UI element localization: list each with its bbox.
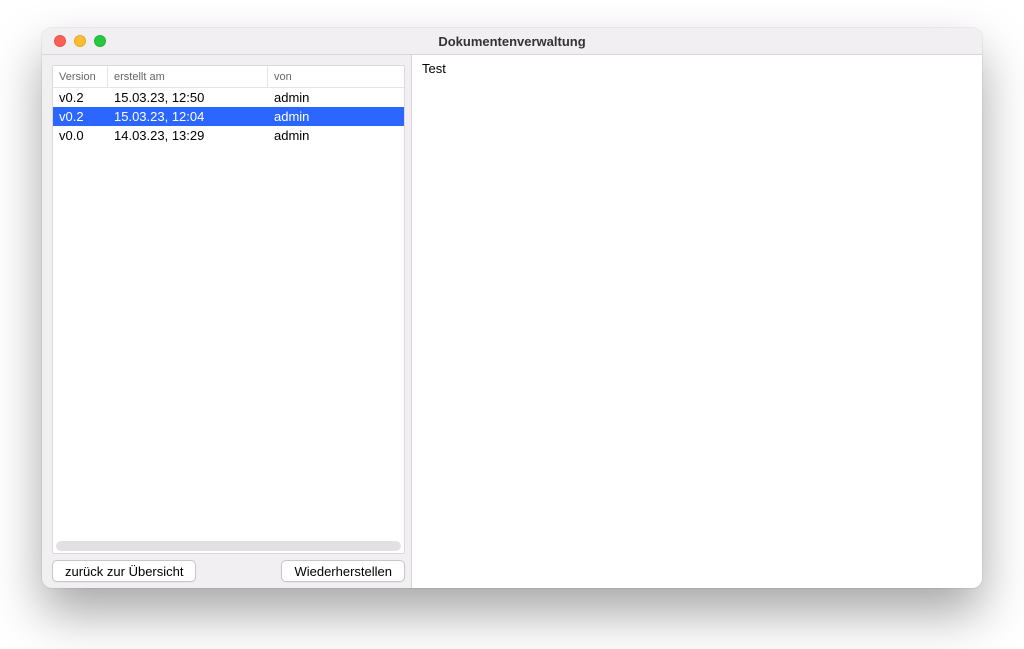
cell-created: 15.03.23, 12:04 <box>108 109 268 124</box>
horizontal-scrollbar[interactable] <box>56 541 401 551</box>
col-header-created[interactable]: erstellt am <box>108 66 268 87</box>
back-button[interactable]: zurück zur Übersicht <box>52 560 196 582</box>
cell-version: v0.2 <box>53 109 108 124</box>
col-header-version[interactable]: Version <box>53 66 108 87</box>
minimize-icon[interactable] <box>74 35 86 47</box>
cell-by: admin <box>268 109 404 124</box>
preview-text: Test <box>422 61 972 76</box>
titlebar[interactable]: Dokumentenverwaltung <box>42 28 982 55</box>
cell-created: 15.03.23, 12:50 <box>108 90 268 105</box>
table-row[interactable]: v0.215.03.23, 12:04admin <box>53 107 404 126</box>
content-area: Version erstellt am von v0.215.03.23, 12… <box>42 55 982 588</box>
table-header: Version erstellt am von <box>53 66 404 88</box>
cell-created: 14.03.23, 13:29 <box>108 128 268 143</box>
versions-table: Version erstellt am von v0.215.03.23, 12… <box>52 65 405 554</box>
table-row[interactable]: v0.014.03.23, 13:29admin <box>53 126 404 145</box>
cell-by: admin <box>268 90 404 105</box>
table-row[interactable]: v0.215.03.23, 12:50admin <box>53 88 404 107</box>
table-body: v0.215.03.23, 12:50adminv0.215.03.23, 12… <box>53 88 404 537</box>
maximize-icon[interactable] <box>94 35 106 47</box>
window-title: Dokumentenverwaltung <box>52 34 972 49</box>
cell-version: v0.2 <box>53 90 108 105</box>
preview-pane: Test <box>412 55 982 588</box>
close-icon[interactable] <box>54 35 66 47</box>
col-header-by[interactable]: von <box>268 66 404 87</box>
left-pane: Version erstellt am von v0.215.03.23, 12… <box>42 55 412 588</box>
restore-button[interactable]: Wiederherstellen <box>281 560 405 582</box>
app-window: Dokumentenverwaltung Version erstellt am… <box>42 28 982 588</box>
traffic-lights <box>54 35 106 47</box>
button-row: zurück zur Übersicht Wiederherstellen <box>52 560 405 582</box>
cell-version: v0.0 <box>53 128 108 143</box>
cell-by: admin <box>268 128 404 143</box>
